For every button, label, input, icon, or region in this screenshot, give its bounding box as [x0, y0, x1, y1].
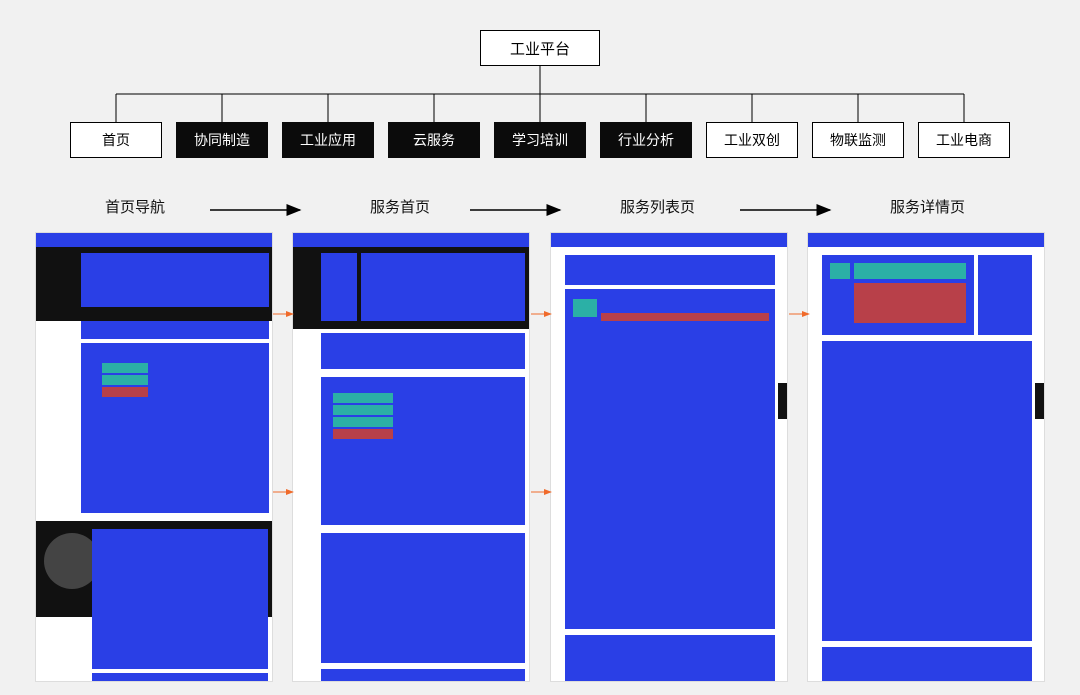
section-tab — [81, 321, 269, 339]
card-accent-2 — [102, 375, 148, 385]
card-accent-1 — [102, 363, 148, 373]
nav-row: 首页 协同制造 工业应用 云服务 学习培训 行业分析 工业双创 物联监测 工业电… — [70, 122, 1010, 158]
wireframe-row — [35, 232, 1045, 685]
flow-step-4: 服务详情页 — [890, 196, 965, 217]
detail-highlight — [854, 283, 966, 323]
item-thumb — [573, 299, 597, 317]
nav-item-ecommerce[interactable]: 工业电商 — [918, 122, 1010, 158]
topbar — [293, 233, 529, 247]
nav-item-cloud[interactable]: 云服务 — [388, 122, 480, 158]
nav-item-innovation[interactable]: 工业双创 — [706, 122, 798, 158]
detail-side — [978, 255, 1032, 335]
card-accent-3 — [102, 387, 148, 397]
topbar — [808, 233, 1044, 247]
footer-strip — [321, 669, 525, 682]
row-accent-1 — [333, 393, 393, 403]
content-block-1 — [92, 529, 268, 669]
wireframe-service-detail — [807, 232, 1045, 682]
side-tab[interactable] — [1035, 383, 1045, 419]
nav-item-home[interactable]: 首页 — [70, 122, 162, 158]
row-accent-4 — [333, 429, 393, 439]
header-bar — [565, 255, 775, 285]
side-tab[interactable] — [778, 383, 788, 419]
detail-title-bar — [854, 263, 966, 279]
content-block-2 — [321, 533, 525, 663]
flow-step-3: 服务列表页 — [620, 196, 695, 217]
wireframe-service-home — [292, 232, 530, 682]
detail-thumb — [830, 263, 850, 279]
topbar — [36, 233, 272, 247]
topbar — [551, 233, 787, 247]
nav-item-iot[interactable]: 物联监测 — [812, 122, 904, 158]
hero-block — [81, 253, 269, 307]
flow-step-2: 服务首页 — [370, 196, 430, 217]
nav-item-collab[interactable]: 协同制造 — [176, 122, 268, 158]
footer-strip — [92, 673, 268, 682]
item-meta — [601, 313, 769, 321]
root-label: 工业平台 — [510, 38, 570, 59]
footer-block — [822, 647, 1032, 682]
nav-item-training[interactable]: 学习培训 — [494, 122, 586, 158]
subnav — [321, 333, 525, 369]
nav-item-analysis[interactable]: 行业分析 — [600, 122, 692, 158]
wireframe-service-list — [550, 232, 788, 682]
flow-step-1: 首页导航 — [105, 196, 165, 217]
side-col — [321, 253, 357, 321]
wireframe-home-nav — [35, 232, 273, 682]
footer-block — [565, 635, 775, 682]
row-accent-3 — [333, 417, 393, 427]
root-node: 工业平台 — [480, 30, 600, 66]
flow-labels: 首页导航 服务首页 服务列表页 服务详情页 — [0, 196, 1080, 226]
detail-body — [822, 341, 1032, 641]
nav-item-apps[interactable]: 工业应用 — [282, 122, 374, 158]
hero-main — [361, 253, 525, 321]
row-accent-2 — [333, 405, 393, 415]
list-body — [565, 289, 775, 629]
